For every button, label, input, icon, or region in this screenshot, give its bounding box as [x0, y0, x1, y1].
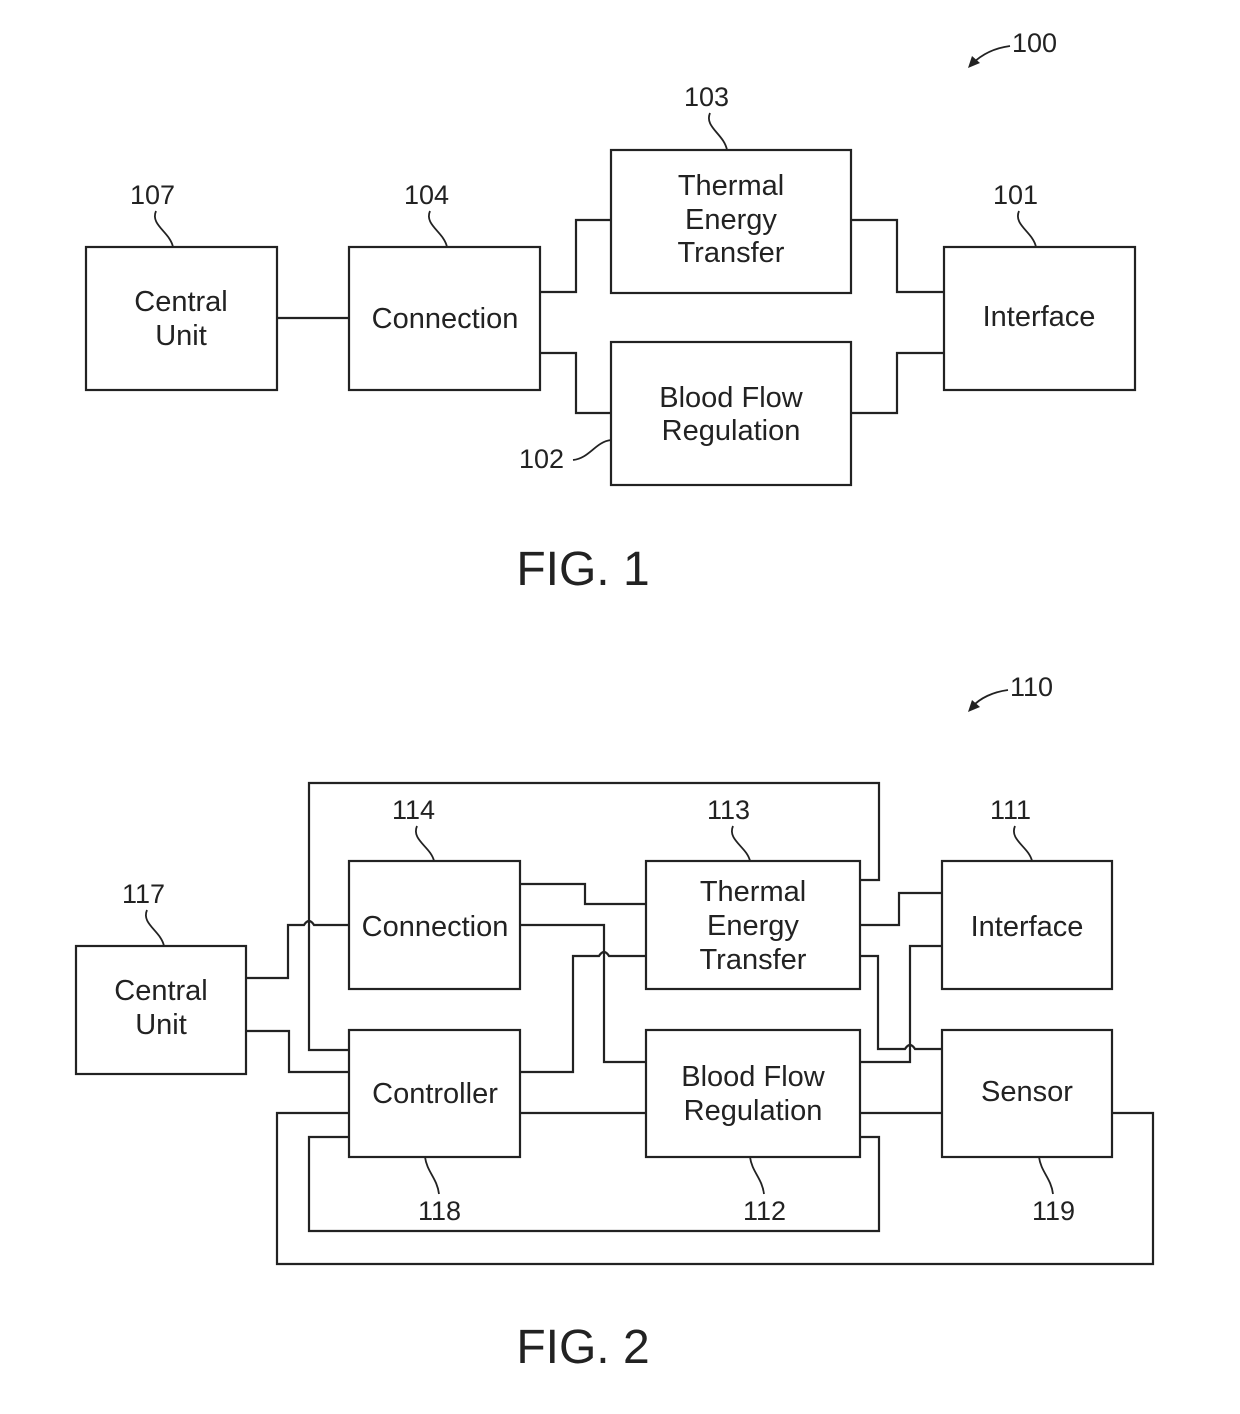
leader-interface	[1012, 825, 1033, 862]
leader-sensor	[1038, 1156, 1054, 1195]
leader-interface	[1016, 210, 1037, 248]
ref-controller: 118	[418, 1196, 461, 1226]
ref-connection: 114	[392, 795, 435, 825]
leader-thermal	[730, 825, 751, 862]
figure-2-arrow-shaft	[971, 689, 1009, 708]
wire-central-to-connection	[246, 919, 349, 980]
leader-central-unit	[153, 210, 174, 248]
ref-thermal: 103	[684, 82, 729, 112]
figure-2: Central Unit Connection Thermal Energy T…	[74, 672, 1155, 1374]
ref-interface: 101	[993, 180, 1038, 210]
wire-connection-to-bloodflow	[540, 351, 611, 415]
wire-thermal-to-sensor	[860, 954, 942, 1051]
wire-connection-to-thermal	[540, 218, 611, 294]
label-thermal-line3: Transfer	[700, 944, 807, 976]
label-thermal-line1: Thermal	[678, 170, 784, 202]
label-central-unit-line2: Unit	[135, 1009, 187, 1041]
label-central-unit-line2: Unit	[155, 320, 207, 352]
label-thermal-line2: Energy	[685, 204, 777, 236]
leader-connection	[427, 210, 448, 248]
ref-blood-flow: 112	[743, 1196, 786, 1226]
label-bloodflow-line2: Regulation	[684, 1095, 823, 1127]
label-interface: Interface	[983, 301, 1096, 333]
wire-bloodflow-to-interface	[851, 351, 944, 415]
label-central-unit-line1: Central	[114, 975, 208, 1007]
ref-connection: 104	[404, 180, 449, 210]
wire-thermal-to-interface	[860, 891, 942, 927]
label-thermal-line1: Thermal	[700, 876, 806, 908]
label-controller: Controller	[372, 1078, 498, 1110]
label-bloodflow-line1: Blood Flow	[681, 1061, 826, 1093]
wire-bloodflow-to-interface	[860, 944, 942, 1064]
label-thermal-line2: Energy	[707, 910, 799, 942]
label-connection: Connection	[372, 303, 519, 335]
wire-controller-to-thermal	[520, 950, 646, 1074]
ref-blood-flow: 102	[519, 444, 564, 474]
label-thermal-line3: Transfer	[678, 237, 785, 269]
leader-controller	[424, 1156, 440, 1195]
wire-connection-to-bloodflow	[520, 923, 646, 1064]
label-bloodflow-line1: Blood Flow	[659, 382, 804, 414]
ref-figure-1: 100	[1012, 28, 1057, 58]
figure-1: Central Unit Connection Thermal Energy T…	[84, 28, 1137, 596]
leader-connection	[414, 825, 435, 862]
leader-blood-flow	[749, 1156, 765, 1195]
wire-connection-to-thermal	[520, 882, 646, 906]
label-interface: Interface	[971, 911, 1084, 943]
patent-drawing-sheet: Central Unit Connection Thermal Energy T…	[74, 28, 1155, 1374]
ref-central-unit: 107	[130, 180, 175, 210]
figure-2-caption: FIG. 2	[516, 1321, 649, 1374]
ref-thermal: 113	[707, 795, 750, 825]
wire-central-to-controller	[246, 1029, 349, 1074]
leader-central-unit	[144, 909, 165, 947]
block-blood-flow-regulation	[644, 1028, 862, 1159]
ref-interface: 111	[990, 795, 1031, 825]
ref-figure-2: 110	[1010, 672, 1053, 702]
label-central-unit-line1: Central	[134, 286, 228, 318]
block-central-unit	[84, 245, 279, 392]
label-connection: Connection	[362, 911, 509, 943]
ref-central-unit: 117	[122, 879, 165, 909]
leader-blood-flow	[572, 439, 612, 461]
ref-sensor: 119	[1032, 1196, 1075, 1226]
wire-thermal-to-interface	[851, 218, 944, 294]
label-bloodflow-line2: Regulation	[662, 415, 801, 447]
leader-thermal	[707, 112, 728, 151]
label-sensor: Sensor	[981, 1076, 1073, 1108]
figure-1-caption: FIG. 1	[516, 543, 649, 596]
